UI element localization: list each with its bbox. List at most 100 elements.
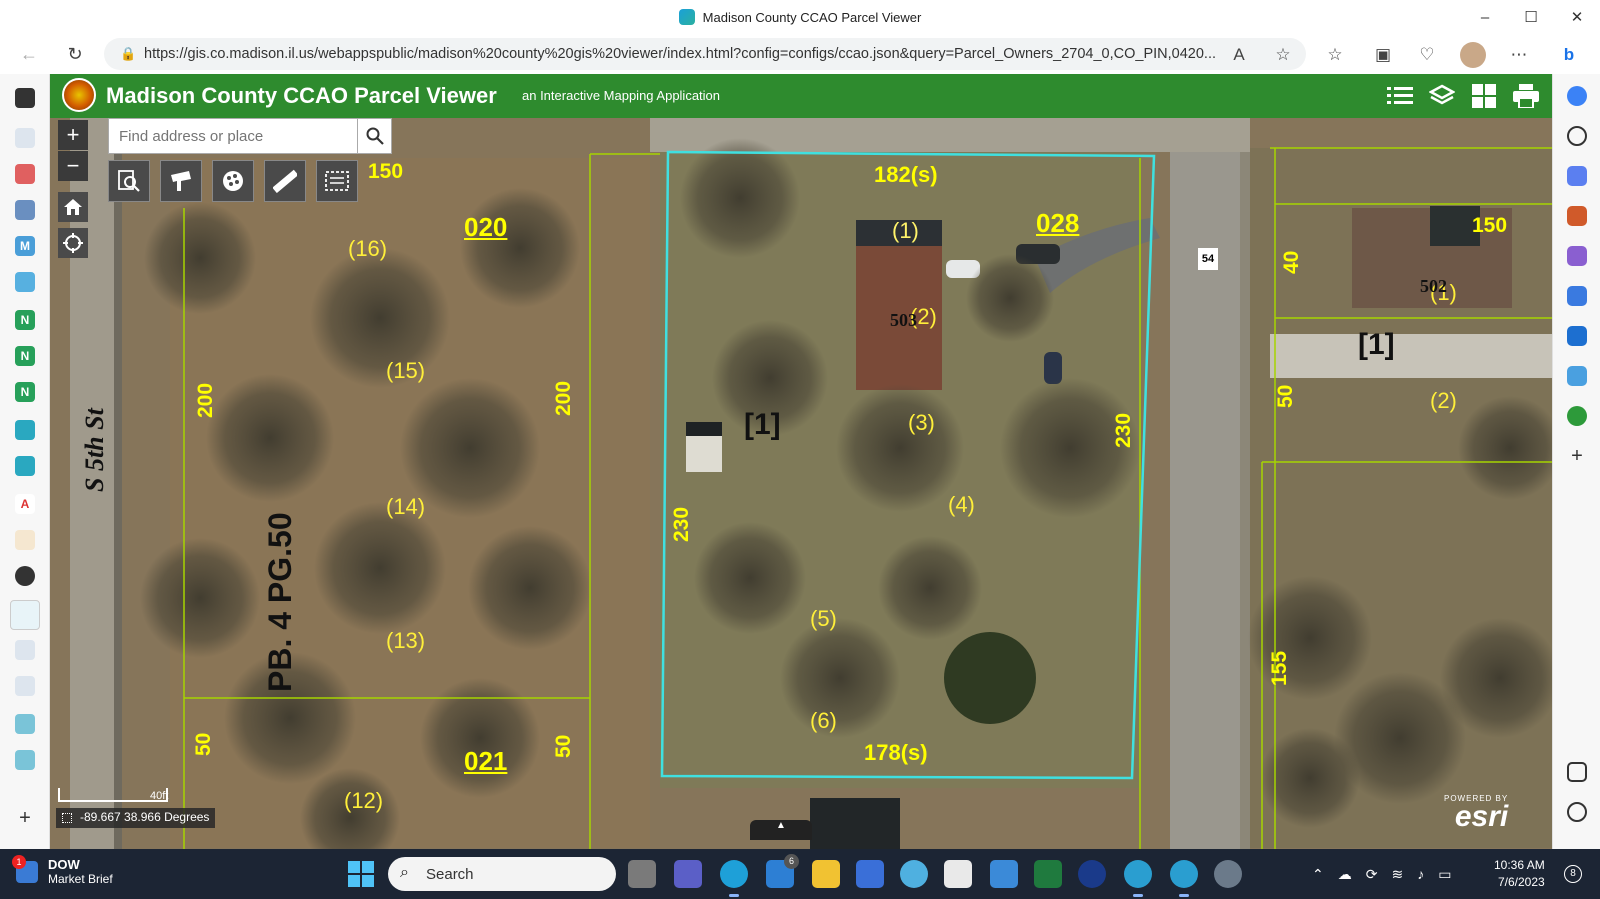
tab-doc-icon[interactable] (15, 128, 35, 148)
tab-doc3-icon[interactable] (15, 676, 35, 696)
store-icon[interactable] (856, 860, 884, 888)
minimize-button[interactable]: – (1462, 0, 1508, 34)
search-input[interactable] (109, 120, 349, 152)
onedrive-icon[interactable]: ☁ (1338, 866, 1352, 883)
collections-icon[interactable]: ▣ (1370, 42, 1396, 68)
teams-icon[interactable] (674, 860, 702, 888)
favorites-icon[interactable]: ☆ (1322, 42, 1348, 68)
settings-gear-icon[interactable] (1567, 802, 1587, 822)
layers-icon[interactable] (1426, 80, 1458, 112)
tab-home1-icon[interactable] (15, 420, 35, 440)
vertical-tabs-sidebar: M N N N A + (0, 74, 50, 849)
taskbar-search[interactable]: ⌕ Search (388, 857, 616, 891)
tab-home2-icon[interactable] (15, 456, 35, 476)
app-pen-icon[interactable] (990, 860, 1018, 888)
address-bar[interactable]: 🔒 https://gis.co.madison.il.us/webappspu… (104, 38, 1306, 70)
tab-n2-icon[interactable]: N (15, 346, 35, 366)
toolbox-icon[interactable] (1567, 206, 1587, 226)
tab-active-parcel-icon[interactable] (10, 600, 40, 630)
app-blue-icon[interactable] (900, 860, 928, 888)
taskbar-clock[interactable]: 10:36 AM 7/6/2023 (1494, 857, 1545, 891)
new-tab-plus-icon[interactable]: + (15, 807, 35, 829)
profile-avatar-icon[interactable] (1460, 42, 1486, 68)
select-features-icon[interactable] (316, 160, 358, 202)
measure-ruler-icon[interactable] (264, 160, 306, 202)
outlook-icon[interactable] (1567, 326, 1587, 346)
coordinate-crosshair-icon[interactable] (62, 813, 72, 823)
wifi-icon[interactable]: ≋ (1391, 866, 1403, 883)
refresh-icon[interactable]: ↻ (60, 40, 90, 68)
app-gis2-icon[interactable] (1170, 860, 1198, 897)
sync-icon[interactable]: ⟳ (1366, 866, 1378, 883)
copilot-icon[interactable] (1567, 286, 1587, 306)
dimension-label: 155 (1268, 650, 1291, 686)
app-subtitle: an Interactive Mapping Application (522, 88, 721, 103)
battery-icon[interactable]: ▭ (1438, 866, 1451, 883)
zoom-out-button[interactable]: − (58, 151, 88, 181)
file-explorer-icon[interactable] (812, 860, 840, 888)
edge-browser-icon[interactable] (720, 860, 748, 897)
widgets-icon: 1 (12, 854, 38, 883)
identify-icon[interactable] (108, 160, 150, 202)
esri-logo: esri (1454, 800, 1509, 833)
tab-actions-icon[interactable] (15, 88, 35, 108)
notification-count[interactable]: 8 (1564, 865, 1582, 883)
app-circle-icon[interactable] (1078, 860, 1106, 888)
favorite-star-icon[interactable]: ☆ (1270, 42, 1296, 68)
app-gis1-icon[interactable] (1124, 860, 1152, 897)
start-windows-icon[interactable] (348, 861, 374, 887)
parcel-number-label: 028 (1036, 208, 1080, 238)
tab-doc2-icon[interactable] (15, 640, 35, 660)
tab-dark-icon[interactable] (15, 566, 35, 586)
back-arrow-icon[interactable]: ← (14, 40, 44, 68)
sidebar-search-icon[interactable] (1567, 126, 1587, 146)
locate-me-icon[interactable] (58, 228, 88, 258)
close-window-button[interactable]: ✕ (1554, 0, 1600, 34)
dimension-label: 230 (1112, 412, 1135, 448)
tab-n3-icon[interactable]: N (15, 382, 35, 402)
tab-gis1-icon[interactable] (15, 714, 35, 734)
split-screen-icon[interactable] (1567, 762, 1587, 782)
lot-label: (4) (948, 492, 975, 517)
draw-tools-icon[interactable] (212, 160, 254, 202)
print-icon[interactable] (1510, 80, 1542, 112)
more-menu-icon[interactable]: ⋯ (1506, 42, 1532, 68)
notification-bell-icon[interactable] (1567, 86, 1587, 106)
widgets-badge: 1 (12, 854, 26, 869)
search-icon[interactable] (357, 119, 391, 153)
basemap-grid-icon[interactable] (1468, 80, 1500, 112)
map-view[interactable]: 150 200 200 50 50 182(s) 178(s) 230 230 … (50, 118, 1552, 849)
shopping-tag-icon[interactable] (1567, 166, 1587, 186)
bing-copilot-icon[interactable]: b (1556, 42, 1582, 68)
tab-link-icon[interactable] (15, 200, 35, 220)
parcel-search-icon[interactable] (160, 160, 202, 202)
tab-gis2-icon[interactable] (15, 750, 35, 770)
browser-essentials-icon[interactable]: ♡ (1414, 42, 1440, 68)
task-view-icon[interactable] (628, 860, 656, 888)
parcel-number-label: 020 (464, 212, 508, 242)
msn-icon[interactable] (944, 860, 972, 888)
read-aloud-icon[interactable]: A (1226, 42, 1252, 68)
excel-icon[interactable] (1034, 860, 1062, 888)
tray-chevron-up-icon[interactable]: ⌃ (1312, 866, 1324, 883)
tree-icon[interactable] (1567, 406, 1587, 426)
tab-pdf-icon[interactable] (15, 164, 35, 184)
widgets-button[interactable]: 1 DOW Market Brief (12, 854, 113, 886)
maximize-button[interactable]: ☐ (1508, 0, 1554, 34)
volume-icon[interactable]: ♪ (1417, 866, 1424, 882)
tab-a-icon[interactable]: A (15, 494, 35, 514)
list-icon[interactable] (1384, 80, 1416, 112)
mail-icon[interactable]: 6 (766, 854, 799, 888)
home-icon[interactable] (58, 192, 88, 222)
attribute-panel-handle-icon[interactable]: ▲ (750, 820, 812, 840)
tab-n1-icon[interactable]: N (15, 310, 35, 330)
settings-app-icon[interactable] (1214, 860, 1242, 888)
tab-m-icon[interactable]: M (15, 236, 35, 256)
games-icon[interactable] (1567, 246, 1587, 266)
tab-star-icon[interactable] (15, 530, 35, 550)
taskbar-search-icon: ⌕ (400, 864, 409, 881)
add-sidebar-plus-icon[interactable]: + (1567, 446, 1587, 466)
zoom-in-button[interactable]: + (58, 120, 88, 150)
tab-photo-icon[interactable] (15, 272, 35, 292)
send-icon[interactable] (1567, 366, 1587, 386)
